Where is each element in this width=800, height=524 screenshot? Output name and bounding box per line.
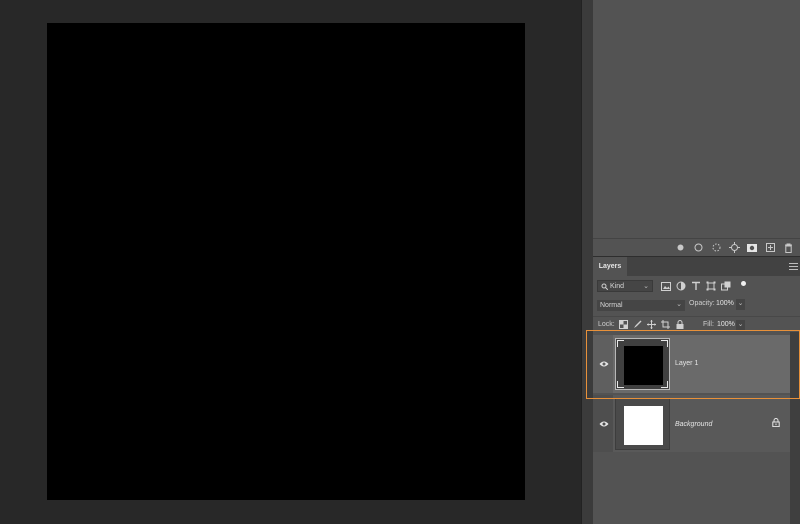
layer-filter-row: Kind ⌄ <box>593 278 800 296</box>
fill-label: Fill: <box>703 321 714 328</box>
layer-name[interactable]: Background <box>675 421 712 428</box>
chevron-down-icon: ⌄ <box>643 283 649 290</box>
layer-thumbnail-frame[interactable] <box>615 338 670 390</box>
lock-image-pixels-icon[interactable] <box>633 320 642 329</box>
circle-outline-icon[interactable] <box>692 242 704 254</box>
type-filter-icon[interactable] <box>691 281 701 291</box>
fill-input[interactable]: 100% <box>717 321 735 328</box>
smart-object-filter-icon[interactable] <box>721 281 731 291</box>
eye-icon[interactable] <box>599 420 609 428</box>
layer-thumbnail <box>624 346 663 385</box>
filter-toggle-icon[interactable] <box>741 281 746 286</box>
opacity-dropdown-icon[interactable]: ⌄ <box>736 299 745 310</box>
selection-corner <box>617 381 624 388</box>
blend-mode-value: Normal <box>600 302 623 309</box>
selection-corner <box>617 340 624 347</box>
layer-row-layer-1[interactable]: Layer 1 <box>593 335 790 393</box>
layer-name[interactable]: Layer 1 <box>675 360 698 367</box>
lock-label: Lock: <box>598 321 615 328</box>
mask-icon[interactable] <box>746 242 758 254</box>
lock-transparent-pixels-icon[interactable] <box>619 320 628 329</box>
filter-type-icons <box>661 281 731 291</box>
lock-position-icon[interactable] <box>647 320 656 329</box>
new-panel-icon[interactable] <box>764 242 776 254</box>
filter-kind-label: Kind <box>610 282 625 290</box>
blend-opacity-row: Normal ⌄ Opacity: 100% ⌄ <box>593 298 800 314</box>
upper-panel-toolbar <box>593 238 800 256</box>
lock-artboard-icon[interactable] <box>661 320 670 329</box>
filter-kind-select[interactable]: Kind ⌄ <box>597 280 653 292</box>
panel-dock-divider[interactable] <box>581 0 593 524</box>
lock-all-icon[interactable] <box>675 320 684 329</box>
lock-fill-row: Lock: Fill: 100% ⌄ <box>593 316 800 332</box>
panel-menu-icon[interactable] <box>789 263 798 270</box>
document-canvas[interactable] <box>47 23 525 500</box>
layers-list: Layer 1 Background <box>593 332 800 524</box>
trash-icon[interactable] <box>782 242 794 254</box>
dashed-circle-icon[interactable] <box>710 242 722 254</box>
layers-tab-strip: Layers <box>593 256 800 276</box>
opacity-label: Opacity: <box>689 300 715 307</box>
adjustment-filter-icon[interactable] <box>676 281 686 291</box>
selection-corner <box>661 381 668 388</box>
document-workspace <box>0 0 581 524</box>
tab-layers[interactable]: Layers <box>593 257 627 276</box>
layer-thumbnail <box>624 406 663 445</box>
lock-icon[interactable] <box>772 418 780 427</box>
selection-corner <box>661 340 668 347</box>
layer-thumbnail-frame[interactable] <box>615 398 670 450</box>
layers-scroll-gutter[interactable] <box>790 332 800 524</box>
eye-icon[interactable] <box>599 360 609 368</box>
target-icon[interactable] <box>728 242 740 254</box>
upper-panel-area <box>593 0 800 238</box>
opacity-input[interactable]: 100% <box>716 300 736 311</box>
fill-dropdown-icon[interactable]: ⌄ <box>736 320 745 330</box>
right-panel-dock: Layers Kind ⌄ Normal ⌄ Opacity: 100% ⌄ L… <box>593 0 800 524</box>
circle-filled-icon[interactable] <box>674 242 686 254</box>
layer-row-background[interactable]: Background <box>593 395 790 452</box>
chevron-down-icon: ⌄ <box>676 301 682 308</box>
search-icon <box>601 283 608 290</box>
shape-filter-icon[interactable] <box>706 281 716 291</box>
blend-mode-select[interactable]: Normal ⌄ <box>597 300 685 311</box>
image-filter-icon[interactable] <box>661 281 671 291</box>
lock-options <box>619 320 684 329</box>
